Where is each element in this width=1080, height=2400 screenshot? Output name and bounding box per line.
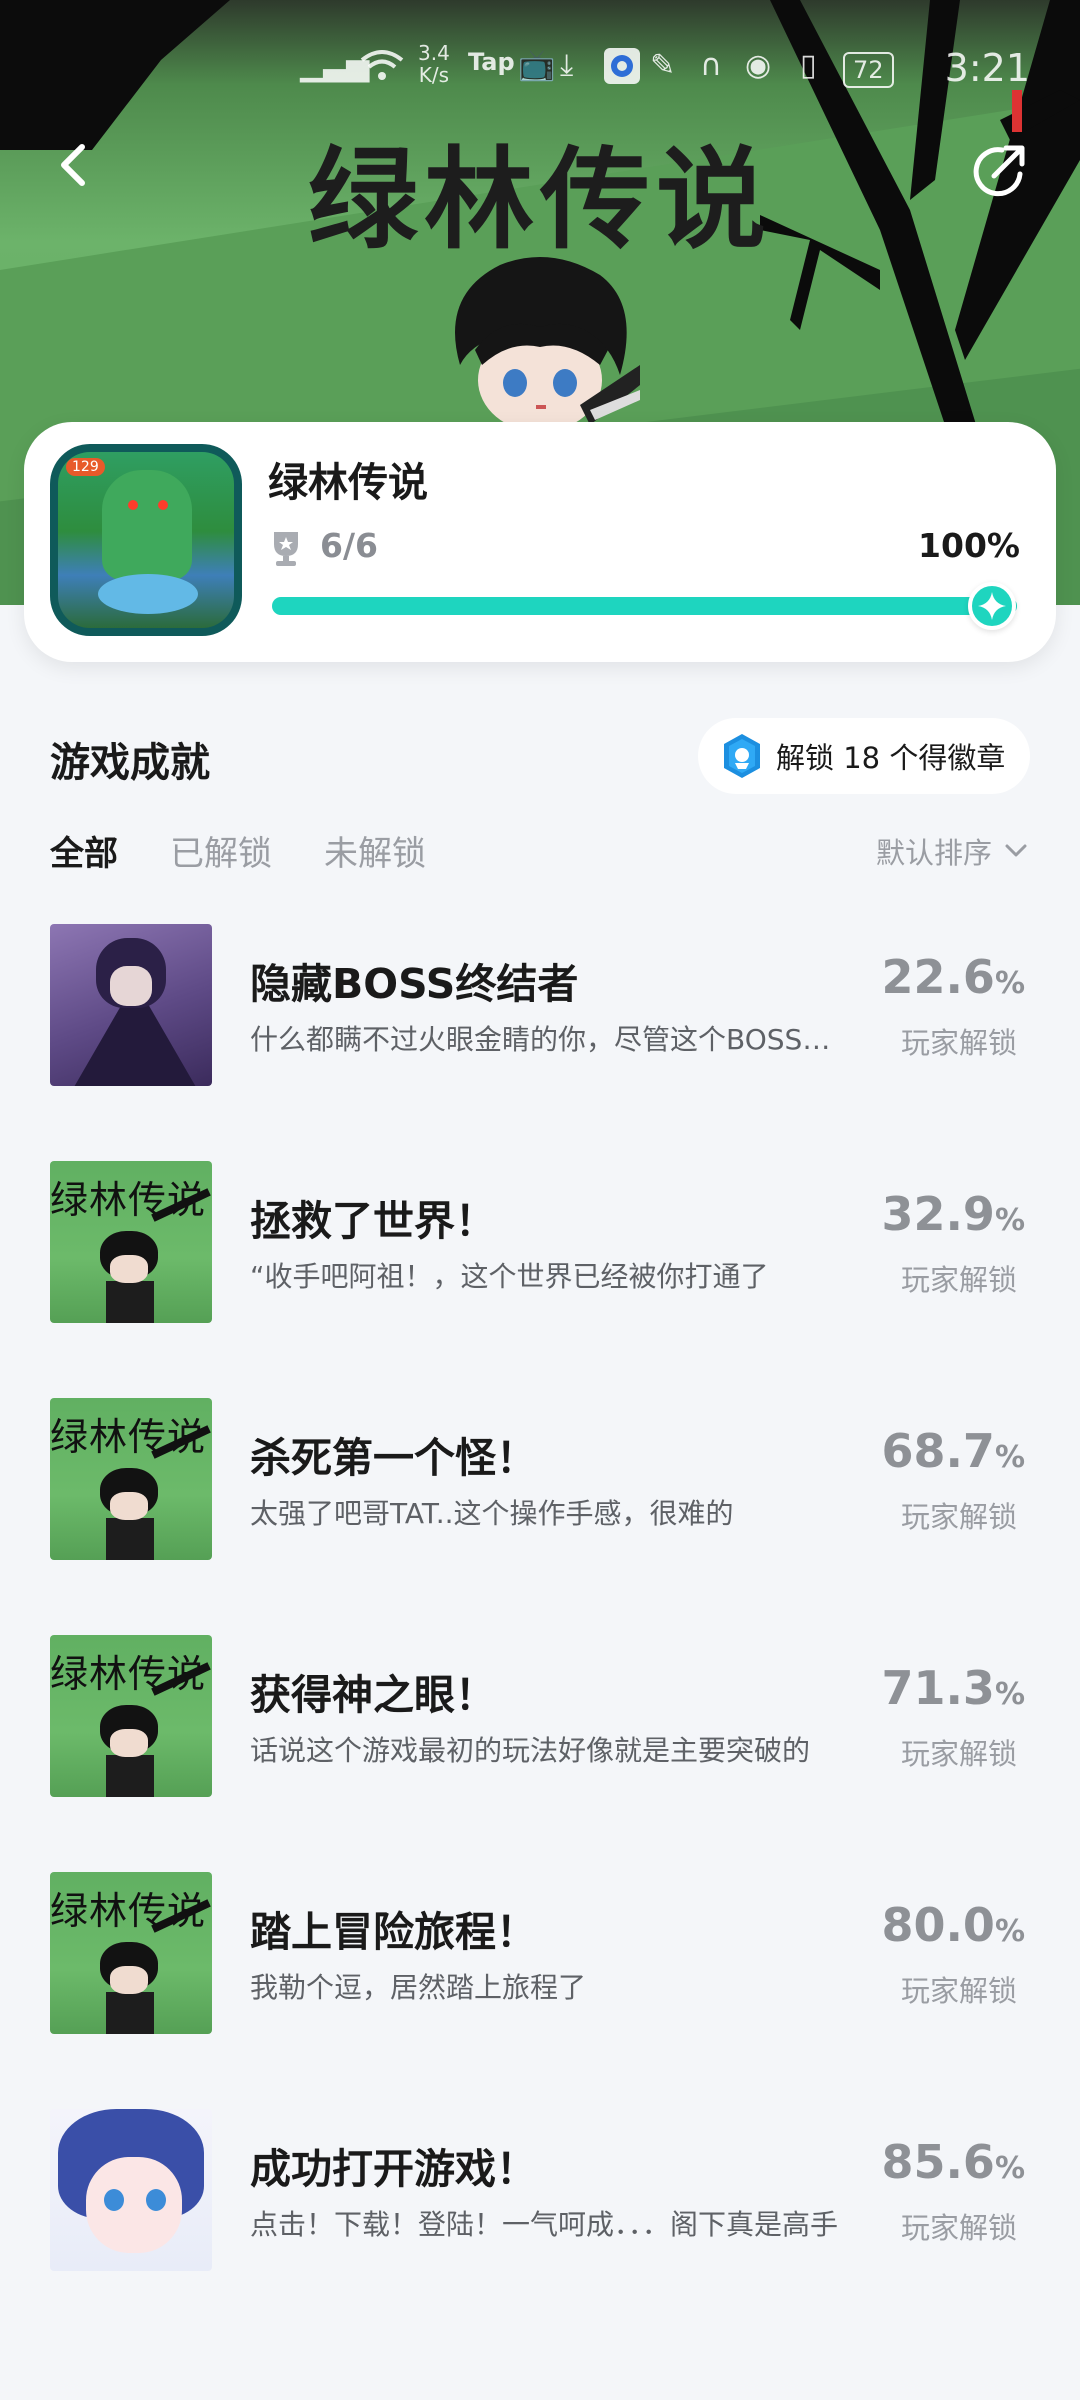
back-arrow-icon bbox=[61, 144, 85, 186]
thumb-face bbox=[110, 1255, 148, 1283]
sort-dropdown[interactable]: 默认排序 bbox=[876, 830, 1028, 872]
achievement-name: 拯救了世界！ bbox=[250, 1197, 496, 1245]
signal-icon: ▁▃▅ bbox=[300, 48, 370, 83]
game-icon-badge: 129 bbox=[66, 458, 105, 476]
achievement-sub: 玩家解锁 bbox=[900, 1026, 1017, 1060]
battery-icon: 72 bbox=[843, 52, 894, 88]
game-icon[interactable]: 129 bbox=[50, 444, 242, 636]
download-icon: ⤓ bbox=[560, 48, 574, 83]
tv-icon: 📺 bbox=[518, 48, 556, 83]
achievement-thumbnail: 绿林传说 bbox=[50, 1872, 212, 2034]
clock: 3:21 bbox=[944, 46, 1030, 90]
thumb-face bbox=[110, 1729, 148, 1757]
badge-unlock-label: 解锁 18 个得徽章 bbox=[776, 741, 1006, 775]
link-icon: ✎ bbox=[650, 48, 676, 83]
thumb-cape bbox=[70, 1004, 200, 1086]
thumb-eye bbox=[104, 2189, 124, 2211]
thumb-title: 绿林传说 bbox=[50, 1178, 207, 1222]
achievement-sub: 玩家解锁 bbox=[900, 1263, 1017, 1297]
app-notif-icon bbox=[604, 48, 640, 84]
thumb-body bbox=[106, 1518, 154, 1560]
achievement-thumbnail bbox=[50, 2109, 212, 2271]
achievement-row[interactable]: 绿林传说 获得神之眼！ 话说这个游戏最初的玩法好像就是主要突破的 71.3% 玩… bbox=[0, 1635, 1080, 1855]
achievement-percent: 68.7% bbox=[881, 1424, 1025, 1478]
progress-bar bbox=[272, 597, 1017, 615]
vibrate-icon: ▯ bbox=[800, 48, 817, 83]
wifi-icon bbox=[360, 48, 404, 90]
achievement-desc: “收手吧阿祖！，这个世界已经被你打通了 bbox=[250, 1260, 769, 1293]
achievement-percent: 22.6% bbox=[881, 950, 1025, 1004]
thumb-title: 绿林传说 bbox=[50, 1415, 207, 1459]
thumb-face bbox=[110, 1492, 148, 1520]
achievement-count: 6/6 bbox=[320, 526, 378, 565]
badge-icon bbox=[724, 734, 760, 778]
achievement-percent: 71.3% bbox=[881, 1661, 1025, 1715]
achievement-desc: 话说这个游戏最初的玩法好像就是主要突破的 bbox=[250, 1734, 811, 1767]
achievement-percent: 85.6% bbox=[881, 2135, 1025, 2189]
achievement-desc: 我勒个逗，居然踏上旅程了 bbox=[250, 1971, 587, 2004]
achievement-desc: 太强了吧哥TAT..这个操作手感，很难的 bbox=[250, 1497, 734, 1530]
share-icon bbox=[973, 145, 1025, 197]
achievement-row[interactable]: 绿林传说 杀死第一个怪！ 太强了吧哥TAT..这个操作手感，很难的 68.7% … bbox=[0, 1398, 1080, 1618]
achievement-row[interactable]: 隐藏BOSS终结者 什么都瞒不过火眼金睛的你，尽管这个BOSS藏得很深 22.6… bbox=[0, 924, 1080, 1144]
achievement-sub: 玩家解锁 bbox=[900, 2211, 1017, 2245]
section-title: 游戏成就 bbox=[50, 740, 210, 786]
thumb-face bbox=[110, 1966, 148, 1994]
achievement-sub: 玩家解锁 bbox=[900, 1737, 1017, 1771]
achievement-name: 踏上冒险旅程！ bbox=[250, 1908, 537, 1956]
trophy-icon bbox=[274, 532, 298, 566]
achievement-desc: 点击！下载！登陆！一气呵成．．．阁下真是高手 bbox=[250, 2208, 839, 2241]
achievement-percent: 100% bbox=[918, 526, 1020, 565]
achievement-thumbnail: 绿林传说 bbox=[50, 1161, 212, 1323]
achievement-row[interactable]: 绿林传说 踏上冒险旅程！ 我勒个逗，居然踏上旅程了 80.0% 玩家解锁 bbox=[0, 1872, 1080, 2092]
achievement-sub: 玩家解锁 bbox=[900, 1500, 1017, 1534]
monster-eye bbox=[158, 500, 168, 510]
achievement-thumbnail: 绿林传说 bbox=[50, 1635, 212, 1797]
eye-icon: ◉ bbox=[745, 48, 772, 83]
achievement-name: 杀死第一个怪！ bbox=[250, 1434, 537, 1482]
hero-character bbox=[455, 257, 640, 432]
thumb-eye bbox=[146, 2189, 166, 2211]
achievement-row[interactable]: 绿林传说 拯救了世界！ “收手吧阿祖！，这个世界已经被你打通了 32.9% 玩家… bbox=[0, 1161, 1080, 1381]
sparkle-icon bbox=[978, 592, 1006, 620]
progress-fill bbox=[272, 597, 1017, 615]
achievement-desc: 什么都瞒不过火眼金睛的你，尽管这个BOSS藏得很深 bbox=[250, 1023, 840, 1056]
achievement-sub: 玩家解锁 bbox=[900, 1974, 1017, 2008]
achievement-name: 获得神之眼！ bbox=[250, 1671, 496, 1719]
progress-knob bbox=[968, 582, 1016, 630]
tab-unlocked[interactable]: 已解锁 bbox=[170, 826, 272, 875]
chevron-down-icon bbox=[1005, 844, 1027, 857]
share-button[interactable] bbox=[968, 138, 1032, 202]
thumb-title: 绿林传说 bbox=[50, 1652, 207, 1696]
sort-label: 默认排序 bbox=[875, 836, 992, 870]
thumb-body bbox=[106, 1281, 154, 1323]
achievement-name: 隐藏BOSS终结者 bbox=[250, 960, 579, 1008]
game-name: 绿林传说 bbox=[268, 460, 428, 506]
tab-all[interactable]: 全部 bbox=[50, 826, 118, 875]
tab-locked[interactable]: 未解锁 bbox=[324, 826, 426, 875]
thumb-face bbox=[110, 966, 152, 1006]
achievement-thumbnail: 绿林传说 bbox=[50, 1398, 212, 1560]
headphone-icon: ∩ bbox=[700, 48, 722, 83]
achievement-percent: 80.0% bbox=[881, 1898, 1025, 1952]
thumb-title: 绿林传说 bbox=[50, 1889, 207, 1933]
game-summary-card: 129 绿林传说 6/6 100% bbox=[24, 422, 1056, 662]
thumb-body bbox=[106, 1992, 154, 2034]
thumb-body bbox=[106, 1755, 154, 1797]
achievement-percent: 32.9% bbox=[881, 1187, 1025, 1241]
monster-eye bbox=[128, 500, 138, 510]
back-button[interactable] bbox=[48, 135, 108, 195]
monster-art bbox=[102, 470, 192, 580]
achievement-name: 成功打开游戏！ bbox=[250, 2145, 537, 2193]
water-art bbox=[98, 574, 198, 614]
net-speed: 3.4 K/s bbox=[418, 41, 450, 87]
status-bar: ▁▃▅ 3.4 K/s Tap 📺 ⤓ ✎ ∩ ◉ ▯ 72 3:21 bbox=[0, 0, 1080, 135]
thumb-face bbox=[86, 2157, 182, 2253]
achievement-row[interactable]: 成功打开游戏！ 点击！下载！登陆！一气呵成．．．阁下真是高手 85.6% 玩家解… bbox=[0, 2109, 1080, 2329]
achievement-thumbnail bbox=[50, 924, 212, 1086]
tap-label: Tap bbox=[468, 48, 515, 76]
badge-unlock-pill[interactable]: 解锁 18 个得徽章 bbox=[698, 718, 1030, 794]
